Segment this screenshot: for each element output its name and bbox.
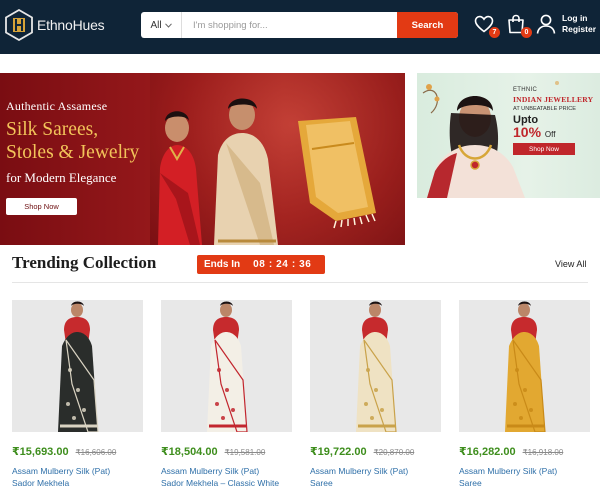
account-menu[interactable]: Log in Register [536, 13, 596, 35]
price-row: ₹18,504.00 ₹19,581.00 [161, 445, 292, 458]
hero-title-line1: Silk Sarees, [6, 119, 99, 140]
hero-title-line2: Stoles & Jewelry [6, 142, 140, 163]
product-card[interactable]: ₹15,693.00 ₹16,606.00 Assam Mulberry Sil… [12, 300, 143, 489]
site-header: EthnoHues All Search 7 0 Log in Re [0, 0, 600, 54]
search-input[interactable] [182, 12, 397, 38]
wishlist-button[interactable]: 7 [473, 13, 500, 38]
countdown-label: Ends In [204, 259, 241, 270]
jewellery-discount: 10% Off [513, 124, 555, 140]
jewellery-subtitle: AT UNBEATABLE PRICE [513, 106, 576, 112]
jewellery-shop-now-button[interactable]: Shop Now [513, 143, 575, 155]
product-image[interactable] [161, 300, 292, 432]
search-button[interactable]: Search [397, 12, 458, 38]
product-price: ₹18,504.00 [161, 446, 218, 458]
product-original-price: ₹16,606.00 [75, 448, 117, 457]
jewellery-banner[interactable] [417, 73, 600, 198]
price-row: ₹19,722.00 ₹20,870.00 [310, 445, 441, 458]
countdown-timer: Ends In 08 : 24 : 36 [197, 255, 325, 274]
logo-mark-icon [4, 8, 34, 42]
register-link[interactable]: Register [562, 24, 596, 35]
cart-count-badge: 0 [521, 27, 532, 38]
product-image[interactable] [459, 300, 590, 432]
product-name-line2: Saree [310, 477, 333, 488]
chevron-down-icon [164, 22, 172, 28]
hero-models-image [158, 98, 376, 245]
product-name-line2: Saree [459, 477, 482, 488]
search-category-label: All [150, 19, 162, 31]
product-name-line1: Assam Mulberry Silk (Pat) [310, 466, 409, 476]
jewellery-title: INDIAN JEWELLERY [513, 95, 594, 104]
hero-tagline: for Modern Elegance [6, 170, 117, 185]
product-name-line1: Assam Mulberry Silk (Pat) [161, 466, 260, 476]
product-card[interactable]: ₹16,282.00 ₹16,918.00 Assam Mulberry Sil… [459, 300, 590, 489]
price-row: ₹16,282.00 ₹16,918.00 [459, 445, 590, 458]
view-all-link[interactable]: View All [555, 259, 586, 269]
product-price: ₹19,722.00 [310, 446, 367, 458]
product-name-line1: Assam Mulberry Silk (Pat) [12, 466, 111, 476]
hero-shop-now-button[interactable]: Shop Now [6, 198, 77, 215]
login-link[interactable]: Log in [562, 13, 596, 24]
hero-subtitle: Authentic Assamese [6, 99, 108, 113]
product-image[interactable] [12, 300, 143, 432]
price-row: ₹15,693.00 ₹16,606.00 [12, 445, 143, 458]
wishlist-count-badge: 7 [489, 27, 500, 38]
search-category-select[interactable]: All [141, 12, 182, 38]
product-original-price: ₹16,918.00 [522, 448, 564, 457]
product-original-price: ₹19,581.00 [224, 448, 266, 457]
section-divider [12, 282, 588, 283]
logo-text: EthnoHues [37, 17, 105, 33]
product-image[interactable] [310, 300, 441, 432]
product-name-line2: Sador Mekhela – Classic White [161, 477, 280, 488]
product-price: ₹16,282.00 [459, 446, 516, 458]
product-original-price: ₹20,870.00 [373, 448, 415, 457]
user-icon [536, 14, 556, 34]
trending-section-title: Trending Collection [12, 253, 157, 272]
product-name-link[interactable]: Assam Mulberry Silk (Pat) Sador Mekhela … [161, 466, 292, 489]
product-card[interactable]: ₹19,722.00 ₹20,870.00 Assam Mulberry Sil… [310, 300, 441, 489]
hero-title: Silk Sarees, Stoles & Jewelry [6, 118, 139, 164]
jewellery-eyebrow: ETHNIC [513, 87, 538, 93]
cart-button[interactable]: 0 [505, 13, 532, 38]
countdown-value: 08 : 24 : 36 [253, 259, 312, 270]
product-card[interactable]: ₹18,504.00 ₹19,581.00 Assam Mulberry Sil… [161, 300, 292, 489]
product-name-link[interactable]: Assam Mulberry Silk (Pat) Saree [310, 466, 441, 489]
product-name-line2: Sador Mekhela [12, 477, 70, 488]
product-name-link[interactable]: Assam Mulberry Silk (Pat) Saree [459, 466, 590, 489]
product-price: ₹15,693.00 [12, 446, 69, 458]
jewellery-model-image [422, 81, 559, 198]
site-logo[interactable]: EthnoHues [4, 8, 105, 42]
product-name-link[interactable]: Assam Mulberry Silk (Pat) Sador Mekhela [12, 466, 143, 489]
search-bar: All Search [141, 12, 458, 38]
product-name-line1: Assam Mulberry Silk (Pat) [459, 466, 558, 476]
jewellery-discount-value: 10% [513, 124, 542, 140]
jewellery-off-label: Off [544, 130, 556, 139]
